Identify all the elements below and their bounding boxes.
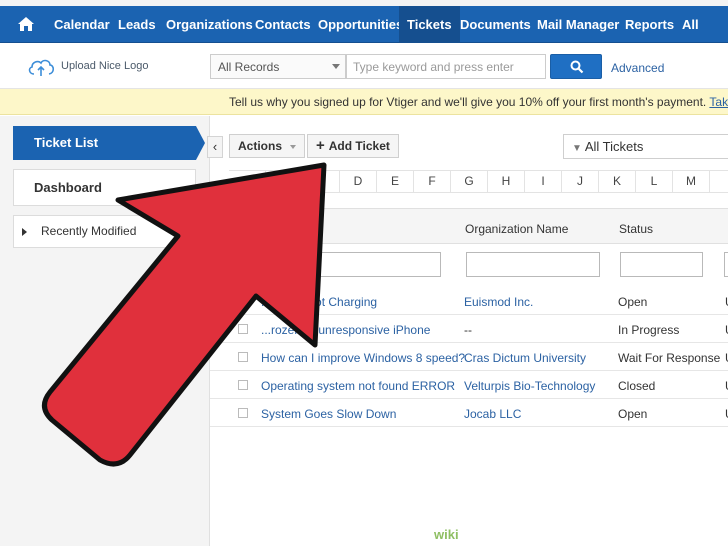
arrow-icon (42, 162, 327, 467)
watermark-wiki: wiki (434, 527, 459, 542)
watermark-text: How to Access Vtiger Customer Portal (458, 527, 696, 542)
wikihow-watermark: wikiHow to Access Vtiger Customer Portal (430, 525, 728, 546)
red-arrow-overlay (42, 162, 327, 467)
